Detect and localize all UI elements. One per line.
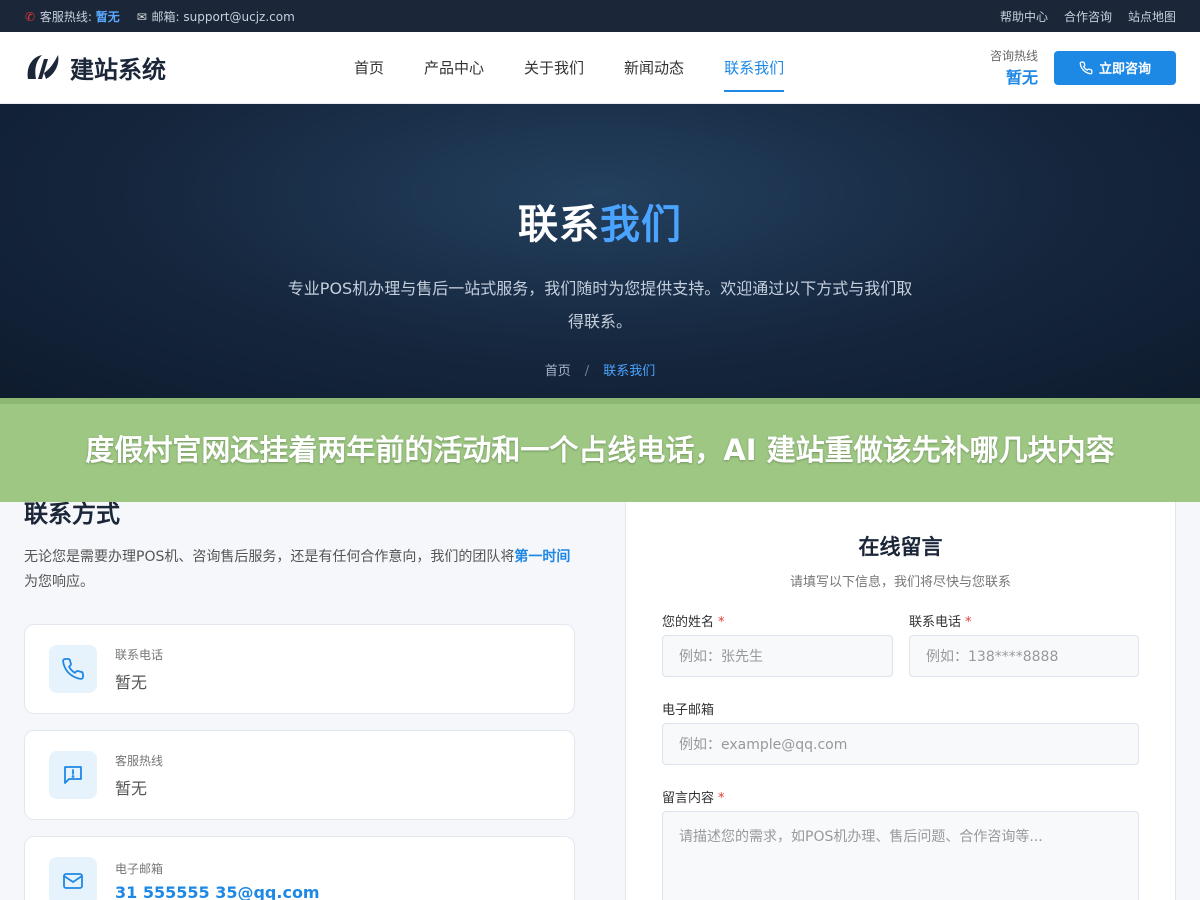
page-title-b: 我们 [600, 202, 682, 248]
phone-input[interactable]: 例如：138****8888 [909, 635, 1139, 677]
breadcrumb-current: 联系我们 [603, 364, 656, 379]
top-hotline-label: 客服热线: [39, 9, 92, 24]
contact-card-label: 客服热线 [115, 753, 164, 768]
breadcrumb-home[interactable]: 首页 [545, 364, 571, 379]
hero-section: 联系我们 专业POS机办理与售后一站式服务，我们随时为您提供支持。欢迎通过以下方… [0, 104, 1200, 404]
contact-card-label: 电子邮箱 [115, 862, 164, 876]
contact-intro-highlight: 第一时间 [514, 549, 571, 565]
link-cooperation[interactable]: 合作咨询 [1064, 8, 1112, 25]
nav-news[interactable]: 新闻动态 [624, 32, 684, 104]
message-label-text: 留言内容 [662, 791, 715, 806]
contact-intro-b: 为您响应。 [24, 574, 94, 590]
page-title: 联系我们 [0, 192, 1200, 250]
contact-card-value[interactable]: 31 555555 35@qq.com [115, 883, 320, 900]
header-hotline: 咨询热线 暂无 [990, 47, 1038, 88]
required-mark: * [718, 615, 725, 630]
consult-button[interactable]: 立即咨询 [1054, 50, 1176, 85]
top-email: ✉ 邮箱: support@ucjz.com [136, 8, 295, 25]
phone-label-text: 联系电话 [909, 615, 962, 630]
contact-card-value: 暂无 [115, 778, 148, 798]
form-title: 在线留言 [858, 535, 943, 559]
top-bar: ✆ 客服热线: 暂无 ✉ 邮箱: support@ucjz.com 帮助中心 合… [0, 0, 1200, 32]
top-hotline: ✆ 客服热线: 暂无 [24, 8, 120, 25]
overlay-banner-text: 度假村官网还挂着两年前的活动和一个占线电话，AI 建站重做该先补哪几块内容 [85, 433, 1115, 467]
link-help-center[interactable]: 帮助中心 [1000, 8, 1048, 25]
email-label: 电子邮箱 [662, 703, 715, 718]
nav-products[interactable]: 产品中心 [424, 32, 484, 104]
phone-icon [62, 658, 84, 680]
contact-card-label: 联系电话 [115, 647, 164, 662]
contact-card-hotline: 客服热线 暂无 [24, 730, 575, 820]
name-label-text: 您的姓名 [662, 615, 715, 630]
overlay-banner: 度假村官网还挂着两年前的活动和一个占线电话，AI 建站重做该先补哪几块内容 [0, 398, 1200, 502]
top-email-label: 邮箱: [151, 9, 180, 24]
top-hotline-value: 暂无 [95, 9, 120, 24]
contact-card-value: 暂无 [115, 672, 148, 692]
required-mark: * [965, 615, 972, 630]
top-email-value[interactable]: support@ucjz.com [183, 10, 294, 24]
link-sitemap[interactable]: 站点地图 [1128, 8, 1176, 25]
email-input[interactable]: 例如：example@qq.com [662, 723, 1139, 765]
contact-intro: 无论您是需要办理POS机、咨询售后服务，还是有任何合作意向，我们的团队将第一时间… [24, 545, 575, 595]
mail-icon [63, 873, 83, 889]
message-label: 留言内容 * [662, 787, 725, 806]
name-input[interactable]: 例如：张先生 [662, 635, 893, 677]
main-nav: 首页 产品中心 关于我们 新闻动态 联系我们 [354, 32, 785, 104]
logo-text: 建站系统 [70, 56, 166, 84]
site-logo[interactable]: 建站系统 [24, 50, 354, 85]
site-header: 建站系统 首页 产品中心 关于我们 新闻动态 联系我们 咨询热线 暂无 立即咨询 [0, 32, 1200, 104]
form-subtitle: 请填写以下信息，我们将尽快与您联系 [789, 575, 1011, 590]
mail-icon: ✉ [136, 9, 147, 24]
header-hotline-value: 暂无 [1005, 68, 1038, 87]
required-mark: * [718, 791, 725, 806]
contact-card-icon-box [49, 645, 97, 693]
logo-icon [27, 54, 59, 79]
contact-card-phone: 联系电话 暂无 [24, 624, 575, 714]
name-label: 您的姓名 * [662, 611, 725, 630]
nav-home[interactable]: 首页 [354, 32, 384, 104]
page-title-a: 联系 [518, 202, 600, 248]
message-form: 在线留言 请填写以下信息，我们将尽快与您联系 您的姓名 * 例如：张先生 联系电话… [625, 490, 1176, 900]
contact-info-section: 联系方式 无论您是需要办理POS机、咨询售后服务，还是有任何合作意向，我们的团队… [24, 494, 575, 900]
contact-card-icon-box [49, 751, 97, 799]
nav-about[interactable]: 关于我们 [524, 32, 584, 104]
breadcrumb: 首页 / 联系我们 [0, 360, 1200, 379]
breadcrumb-separator: / [584, 364, 590, 379]
contact-intro-a: 无论您是需要办理POS机、咨询售后服务，还是有任何合作意向，我们的团队将 [24, 549, 515, 565]
hero-description: 专业POS机办理与售后一站式服务，我们随时为您提供支持。欢迎通过以下方式与我们取… [287, 279, 913, 331]
contact-card-icon-box [49, 857, 97, 900]
top-bar-contact: ✆ 客服热线: 暂无 ✉ 邮箱: support@ucjz.com [24, 8, 295, 25]
message-textarea[interactable]: 请描述您的需求，如POS机办理、售后问题、合作咨询等... [662, 811, 1139, 900]
message-icon [64, 766, 82, 784]
contact-card-email: 电子邮箱 31 555555 35@qq.com [24, 836, 575, 900]
phone-label: 联系电话 * [909, 611, 972, 630]
top-bar-links: 帮助中心 合作咨询 站点地图 [1000, 8, 1176, 25]
nav-contact[interactable]: 联系我们 [724, 32, 785, 104]
phone-icon: ✆ [24, 9, 36, 24]
header-hotline-label: 咨询热线 [989, 49, 1038, 63]
phone-icon [1079, 61, 1093, 74]
consult-button-label: 立即咨询 [1098, 62, 1151, 77]
